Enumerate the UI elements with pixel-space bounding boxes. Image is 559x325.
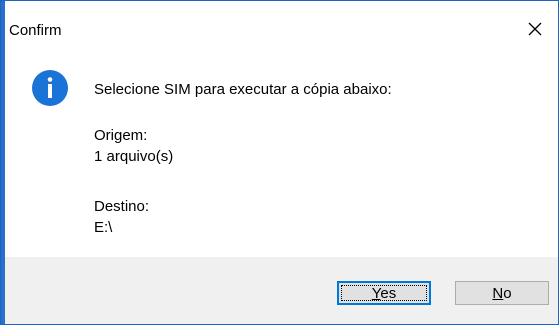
no-label-rest: o: [503, 284, 512, 302]
dialog-title: Confirm: [9, 22, 62, 39]
close-button[interactable]: [512, 7, 558, 51]
dialog-footer: Yes No: [5, 257, 558, 324]
message-origin-label: Origem:: [94, 127, 148, 144]
title-bar[interactable]: Confirm: [5, 7, 558, 51]
info-icon: [32, 70, 68, 106]
close-icon: [528, 22, 542, 36]
message-origin-value: 1 arquivo(s): [94, 148, 174, 165]
yes-button[interactable]: Yes: [337, 281, 431, 305]
message-prompt: Selecione SIM para executar a cópia abai…: [94, 81, 392, 98]
message-destination-value: E:\: [94, 219, 113, 236]
no-button[interactable]: No: [455, 281, 549, 305]
message-destination-label: Destino:: [94, 198, 150, 215]
yes-button-label: Yes: [372, 285, 396, 302]
dialog-body: Selecione SIM para executar a cópia abai…: [5, 51, 558, 257]
confirm-dialog: Confirm Selecione SIM para executar a có…: [0, 0, 559, 325]
yes-label-rest: es: [380, 284, 397, 302]
no-button-label: No: [492, 285, 511, 302]
no-mnemonic: N: [492, 284, 504, 302]
